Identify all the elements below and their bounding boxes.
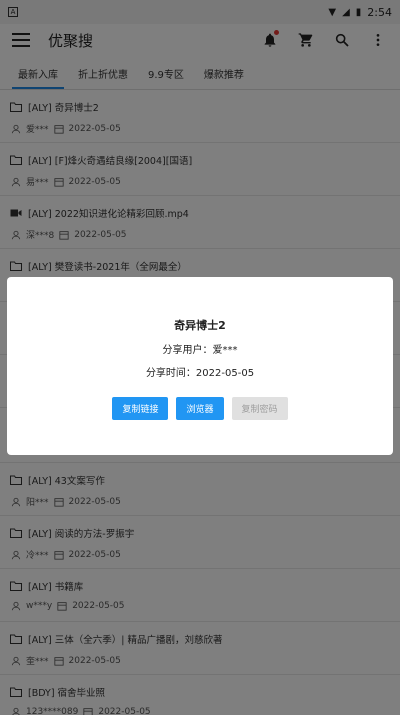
share-dialog: 奇异博士2 分享用户：爱*** 分享时间：2022-05-05 复制链接 浏览器… (7, 277, 393, 455)
copy-password-button: 复制密码 (231, 397, 288, 420)
dialog-title: 奇异博士2 (174, 319, 226, 332)
browser-button[interactable]: 浏览器 (176, 397, 224, 420)
dialog-share-user: 分享用户：爱*** (162, 345, 238, 356)
copy-link-button[interactable]: 复制链接 (112, 397, 169, 420)
dialog-share-time: 分享时间：2022-05-05 (145, 368, 255, 379)
